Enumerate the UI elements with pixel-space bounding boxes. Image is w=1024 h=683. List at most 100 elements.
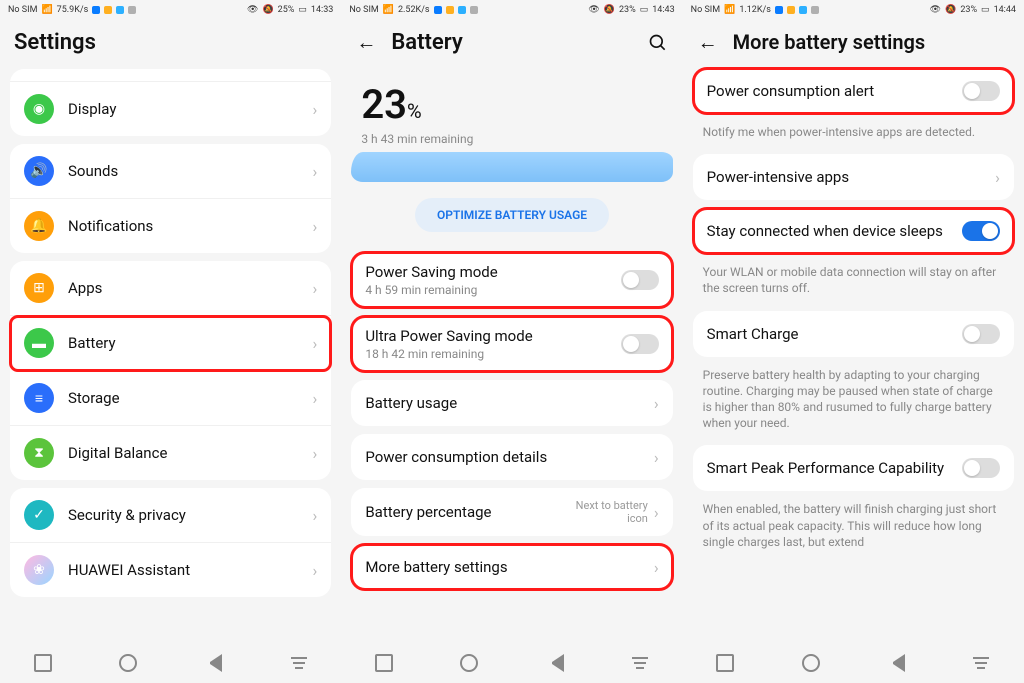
search-button[interactable] [647,32,669,54]
clock: 14:44 [994,5,1016,15]
nav-menu-button[interactable] [290,654,308,672]
sim-status: No SIM [8,5,37,15]
settings-screen: No SIM 📶 75.9K/s 👁 🔕 25% ▭ 14:33 Setting… [0,0,341,683]
row-sub: 18 h 42 min remaining [365,347,620,361]
nav-menu-button[interactable] [631,654,649,672]
settings-item-label: Security & privacy [68,506,307,524]
row-value: Next to battery icon [558,499,648,525]
wifi-icon: 📶 [41,5,52,15]
stay-connected-row[interactable]: Stay connected when device sleeps [693,208,1014,254]
settings-item-notifications[interactable]: 🔔 Notifications › [10,199,331,253]
battery-usage-row[interactable]: Battery usage › [351,380,672,426]
settings-item-security[interactable]: ✓ Security & privacy › [10,488,331,543]
power-consumption-row[interactable]: Power consumption details › [351,434,672,480]
row-label: Power consumption details [365,448,648,466]
settings-group-4: ✓ Security & privacy › ❀ HUAWEI Assistan… [10,488,331,597]
page-title: Battery [391,30,462,55]
nav-recent-button[interactable] [716,654,734,672]
settings-item-battery[interactable]: ▬ Battery › [10,316,331,371]
nav-home-button[interactable] [802,654,820,672]
power-saving-row[interactable]: Power Saving mode 4 h 59 min remaining [351,252,672,308]
row-label: Smart Charge [707,325,962,343]
nav-recent-button[interactable] [34,654,52,672]
power-intensive-apps-row[interactable]: Power-intensive apps › [693,154,1014,200]
wifi-icon: 📶 [724,5,735,15]
row-label: Power consumption alert [707,82,962,100]
net-speed: 75.9K/s [57,5,89,15]
assistant-icon: ❀ [24,555,54,585]
settings-item-label: Digital Balance [68,444,307,462]
settings-item-label: Battery [68,334,307,352]
back-button[interactable]: ← [355,32,377,54]
settings-group-1: ◉ Display › [10,69,331,136]
settings-item-apps[interactable]: ⊞ Apps › [10,261,331,316]
sim-status: No SIM [349,5,378,15]
nav-back-button[interactable] [204,654,222,672]
battery-icon: ▭ [981,5,990,15]
settings-item-display[interactable]: ◉ Display › [10,82,331,136]
smart-peak-row[interactable]: Smart Peak Performance Capability [693,445,1014,491]
row-label: Power-intensive apps [707,168,990,186]
battery-percentage-row[interactable]: Battery percentage Next to battery icon … [351,488,672,536]
ultra-power-saving-toggle[interactable] [621,334,659,354]
nav-recent-button[interactable] [375,654,393,672]
clock: 14:43 [652,5,674,15]
settings-item-assistant[interactable]: ❀ HUAWEI Assistant › [10,543,331,597]
settings-item-sounds[interactable]: 🔊 Sounds › [10,144,331,199]
nav-home-button[interactable] [119,654,137,672]
nav-back-button[interactable] [546,654,564,672]
settings-item-storage[interactable]: ≡ Storage › [10,371,331,426]
chevron-right-icon: › [654,448,659,467]
chevron-right-icon: › [313,279,318,298]
stay-connected-desc: Your WLAN or mobile data connection will… [683,258,1024,306]
row-label: Stay connected when device sleeps [707,222,962,241]
power-saving-toggle[interactable] [621,270,659,290]
row-label: Smart Peak Performance Capability [707,459,962,478]
power-alert-row[interactable]: Power consumption alert [693,68,1014,114]
app-dot-icon [116,6,124,14]
settings-item-digital-balance[interactable]: ⧗ Digital Balance › [10,426,331,480]
battery-icon: ▭ [640,5,649,15]
nav-bar [683,643,1024,683]
header: ← More battery settings [683,20,1024,64]
chevron-right-icon: › [313,100,318,119]
power-alert-toggle[interactable] [962,81,1000,101]
more-battery-settings-screen: No SIM 📶 1.12K/s 👁 🔕 23% ▭ 14:44 ← More … [683,0,1024,683]
smart-charge-toggle[interactable] [962,324,1000,344]
stay-connected-toggle[interactable] [962,221,1000,241]
smart-peak-toggle[interactable] [962,458,1000,478]
optimize-button[interactable]: OPTIMIZE BATTERY USAGE [415,198,609,232]
chevron-right-icon: › [313,561,318,580]
battery-percent: 23% [361,81,662,128]
app-dot-icon [446,6,454,14]
status-bar: No SIM 📶 1.12K/s 👁 🔕 23% ▭ 14:44 [683,0,1024,20]
settings-item-label: Storage [68,389,307,407]
sim-status: No SIM [691,5,720,15]
battery-pct: 23% [619,5,636,15]
battery-pct: 23% [960,5,977,15]
nav-back-button[interactable] [887,654,905,672]
back-button[interactable]: ← [697,31,719,53]
chevron-right-icon: › [654,558,659,577]
page-title: More battery settings [733,30,926,54]
row-label: Ultra Power Saving mode [365,327,620,345]
ultra-power-saving-row[interactable]: Ultra Power Saving mode 18 h 42 min rema… [351,316,672,372]
app-dot-icon [799,6,807,14]
more-battery-settings-row[interactable]: More battery settings › [351,544,672,590]
eye-off-icon: 👁 [588,5,599,15]
nav-home-button[interactable] [460,654,478,672]
chevron-right-icon: › [313,217,318,236]
chevron-right-icon: › [995,168,1000,187]
nav-menu-button[interactable] [972,654,990,672]
app-dot-icon [128,6,136,14]
chevron-right-icon: › [313,389,318,408]
header: Settings [0,20,341,65]
volume-icon: 🔊 [24,156,54,186]
app-dot-icon [434,6,442,14]
clock: 14:33 [311,5,333,15]
row-label: More battery settings [365,558,648,576]
settings-group-3: ⊞ Apps › ▬ Battery › ≡ Storage › ⧗ Digit… [10,261,331,480]
smart-charge-row[interactable]: Smart Charge [693,311,1014,357]
settings-item-label: Sounds [68,162,307,180]
battery-hero: 23% 3 h 43 min remaining [341,65,682,146]
